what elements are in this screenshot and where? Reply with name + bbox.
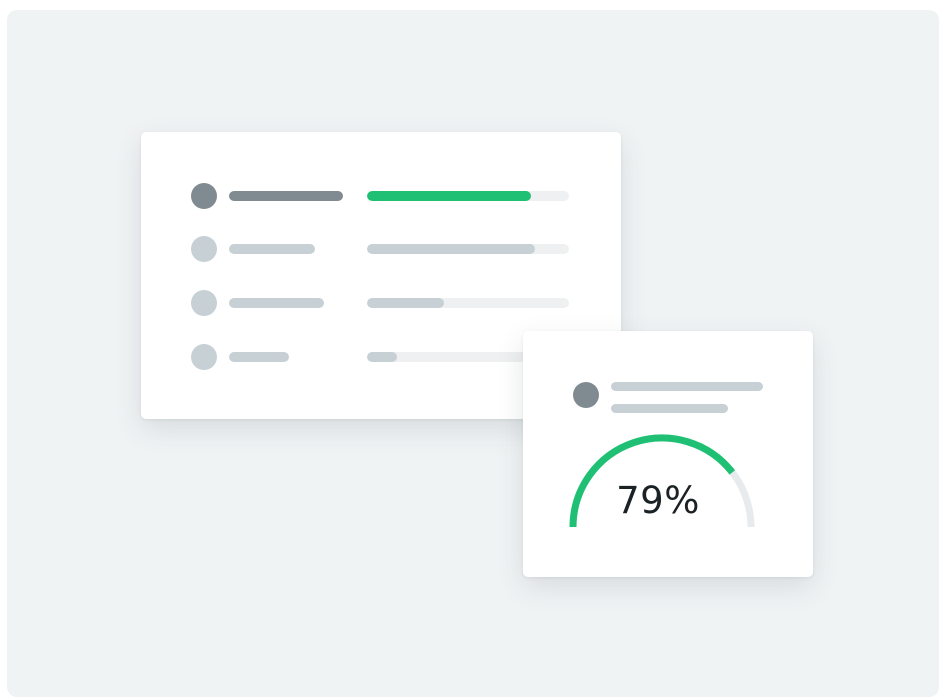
avatar	[191, 236, 217, 262]
name-placeholder	[229, 352, 289, 362]
progress-track	[367, 244, 569, 254]
progress-fill	[367, 191, 531, 201]
avatar	[191, 290, 217, 316]
list-row[interactable]	[191, 236, 571, 262]
progress-track	[367, 191, 569, 201]
name-placeholder	[229, 298, 324, 308]
list-row[interactable]	[191, 344, 571, 370]
gauge-value-label: 79%	[616, 479, 700, 522]
avatar	[191, 344, 217, 370]
name-placeholder	[229, 191, 343, 201]
name-placeholder	[229, 244, 315, 254]
list-row[interactable]	[191, 183, 571, 209]
progress-fill	[367, 352, 398, 362]
progress-fill	[367, 298, 444, 308]
avatar	[191, 183, 217, 209]
gauge-chart	[569, 434, 755, 528]
list-row[interactable]	[191, 290, 571, 316]
progress-track	[367, 298, 569, 308]
gauge-card: 79%	[523, 331, 813, 577]
progress-fill	[367, 244, 535, 254]
